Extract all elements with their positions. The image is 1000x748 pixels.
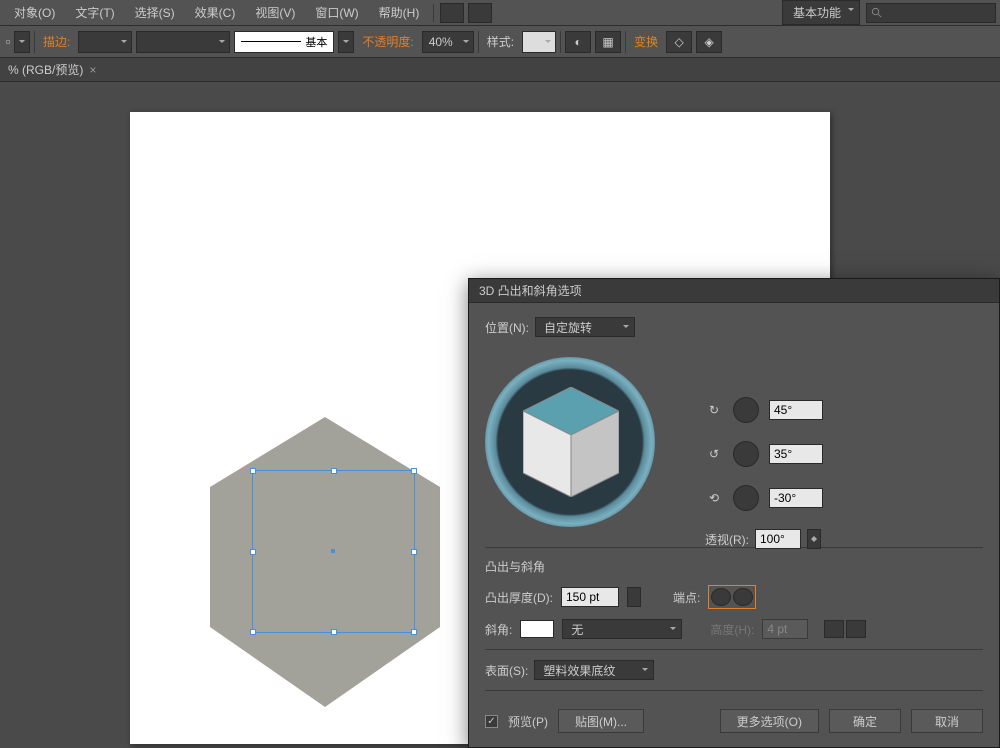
tab-label: % (RGB/预览): [8, 61, 83, 78]
divider: [485, 690, 983, 691]
selection-bounding-box[interactable]: [252, 470, 415, 633]
rotate-x-dial[interactable]: [733, 397, 759, 423]
center-point: [331, 549, 335, 553]
document-tab[interactable]: % (RGB/预览) ×: [8, 61, 96, 78]
rotate-y-input[interactable]: 35°: [769, 444, 823, 464]
ok-button[interactable]: 确定: [829, 709, 901, 733]
opacity-input[interactable]: 40%: [422, 31, 474, 53]
map-art-button[interactable]: 贴图(M)...: [558, 709, 644, 733]
dialog-titlebar[interactable]: 3D 凸出和斜角选项: [469, 279, 999, 303]
cancel-button[interactable]: 取消: [911, 709, 983, 733]
fill-swatch[interactable]: [6, 40, 10, 44]
bevel-out-icon: [846, 620, 866, 638]
height-input: 4 pt: [762, 619, 808, 639]
bridge-icon[interactable]: [440, 3, 464, 23]
surface-select[interactable]: 塑料效果底纹: [534, 660, 654, 680]
resize-handle-bm[interactable]: [331, 629, 337, 635]
brush-dropdown[interactable]: 基本: [234, 31, 334, 53]
resize-handle-bl[interactable]: [250, 629, 256, 635]
cap-off-button[interactable]: [733, 588, 753, 606]
menu-window[interactable]: 窗口(W): [305, 0, 368, 25]
3d-extrude-bevel-dialog: 3D 凸出和斜角选项 位置(N): 自定旋转 ↻: [468, 278, 1000, 748]
more-options-button[interactable]: 更多选项(O): [720, 709, 819, 733]
cap-on-button[interactable]: [711, 588, 731, 606]
bevel-select[interactable]: 无: [562, 619, 682, 639]
fill-dropdown[interactable]: [14, 31, 30, 53]
position-select[interactable]: 自定旋转: [535, 317, 635, 337]
style-dropdown[interactable]: [522, 31, 556, 53]
separator: [478, 31, 479, 53]
rotate-z-icon: ⟲: [705, 489, 723, 507]
menu-bar: 对象(O) 文字(T) 选择(S) 效果(C) 视图(V) 窗口(W) 帮助(H…: [0, 0, 1000, 26]
depth-stepper[interactable]: [627, 587, 641, 607]
workspace-switcher[interactable]: 基本功能: [782, 0, 860, 25]
perspective-label: 透视(R):: [705, 531, 749, 548]
menu-effect[interactable]: 效果(C): [185, 0, 246, 25]
rotate-z-input[interactable]: -30°: [769, 488, 823, 508]
isolate-icon[interactable]: ◇: [666, 31, 692, 53]
menu-object[interactable]: 对象(O): [4, 0, 65, 25]
stroke-weight-dropdown[interactable]: [78, 31, 132, 53]
cap-label: 端点:: [673, 589, 700, 606]
perspective-stepper[interactable]: [807, 529, 821, 549]
menu-help[interactable]: 帮助(H): [369, 0, 430, 25]
options-bar: 描边: 基本 不透明度: 40% 样式: ◐ ▦ 变换 ◇ ◈: [0, 26, 1000, 58]
resize-handle-mr[interactable]: [411, 549, 417, 555]
separator: [433, 4, 434, 22]
rotate-x-icon: ↻: [705, 401, 723, 419]
bevel-label: 斜角:: [485, 621, 512, 638]
document-tab-bar: % (RGB/预览) ×: [0, 58, 1000, 82]
search-input[interactable]: [866, 3, 996, 23]
recolor-icon[interactable]: ◐: [565, 31, 591, 53]
search-icon: [871, 7, 882, 18]
stroke-profile-dropdown[interactable]: [136, 31, 230, 53]
resize-handle-tm[interactable]: [331, 468, 337, 474]
menu-select[interactable]: 选择(S): [125, 0, 185, 25]
menu-view[interactable]: 视图(V): [245, 0, 305, 25]
height-label: 高度(H):: [710, 621, 754, 638]
rotate-x-input[interactable]: 45°: [769, 400, 823, 420]
rotate-y-dial[interactable]: [733, 441, 759, 467]
surface-label: 表面(S):: [485, 662, 528, 679]
rotate-y-icon: ↺: [705, 445, 723, 463]
dialog-title: 3D 凸出和斜角选项: [479, 282, 582, 299]
resize-handle-tr[interactable]: [411, 468, 417, 474]
preview-label[interactable]: 预览(P): [508, 713, 548, 730]
hide-edges-icon[interactable]: ◈: [696, 31, 722, 53]
align-icon[interactable]: ▦: [595, 31, 621, 53]
stroke-label: 描边:: [39, 33, 74, 50]
close-icon[interactable]: ×: [89, 63, 96, 77]
style-label: 样式:: [483, 33, 518, 50]
cube-icon: [523, 387, 619, 497]
separator: [34, 31, 35, 53]
arrange-icon[interactable]: [468, 3, 492, 23]
bevel-swatch: [520, 620, 554, 638]
cap-toggle-group: [708, 585, 756, 609]
separator: [625, 31, 626, 53]
opacity-label: 不透明度:: [358, 33, 417, 50]
separator: [560, 31, 561, 53]
divider: [485, 649, 983, 650]
transform-label[interactable]: 变换: [630, 33, 662, 50]
menu-text[interactable]: 文字(T): [65, 0, 124, 25]
depth-input[interactable]: 150 pt: [561, 587, 619, 607]
extrude-section-title: 凸出与斜角: [485, 558, 983, 575]
bevel-in-icon: [824, 620, 844, 638]
brush-dropdown-arrow[interactable]: [338, 31, 354, 53]
position-label: 位置(N):: [485, 319, 529, 336]
rotation-preview[interactable]: [485, 357, 655, 527]
rotate-z-dial[interactable]: [733, 485, 759, 511]
resize-handle-tl[interactable]: [250, 468, 256, 474]
perspective-input[interactable]: 100°: [755, 529, 801, 549]
resize-handle-ml[interactable]: [250, 549, 256, 555]
preview-checkbox[interactable]: [485, 715, 498, 728]
depth-label: 凸出厚度(D):: [485, 589, 553, 606]
resize-handle-br[interactable]: [411, 629, 417, 635]
